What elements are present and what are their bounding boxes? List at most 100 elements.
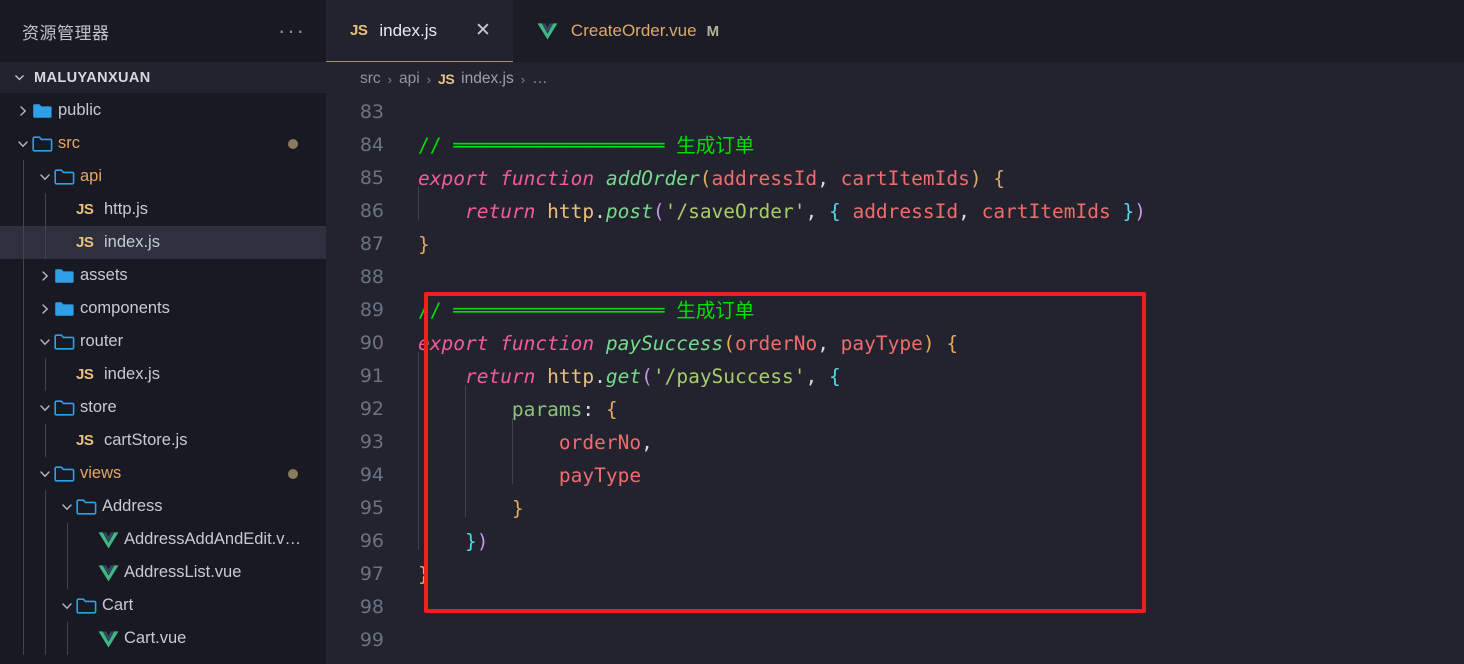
tree-indent — [0, 424, 58, 457]
code-token: post — [605, 200, 653, 223]
code-text: // ══════════════════ 生成订单 — [396, 294, 1464, 327]
code-line: 91 return http.get('/paySuccess', { — [326, 352, 1464, 393]
folder-closed-icon — [54, 300, 78, 317]
code-line: 97} — [326, 558, 1464, 591]
line-number: 98 — [359, 596, 384, 618]
tree-indent-guide — [45, 490, 46, 523]
tree-indent-guide — [23, 226, 24, 259]
code-token: addressId — [711, 167, 818, 190]
code-text: export function paySuccess(orderNo, payT… — [396, 327, 1464, 360]
tree-item-label: cartStore.js — [104, 431, 188, 449]
tree-indent — [0, 556, 80, 589]
js-file-icon: JS — [438, 71, 455, 87]
line-number: 88 — [359, 266, 384, 288]
tree-indent — [0, 259, 36, 292]
tree-item-address[interactable]: Address — [0, 490, 326, 523]
code-token: , — [817, 167, 841, 190]
tree-indent-guide — [23, 193, 24, 226]
tree-indent — [0, 226, 58, 259]
folder-open-icon — [54, 465, 78, 482]
breadcrumb-segment[interactable]: api — [399, 70, 420, 88]
code-text: return http.get('/paySuccess', { — [396, 352, 1464, 393]
line-number: 85 — [359, 167, 384, 189]
tree-item-src[interactable]: src — [0, 127, 326, 160]
chevron-down-icon — [36, 171, 54, 183]
line-number: 90 — [359, 332, 384, 354]
code-token: } — [1110, 200, 1135, 223]
code-token: http — [547, 200, 595, 223]
line-number: 100 — [326, 657, 396, 664]
tree-item-cart[interactable]: Cart — [0, 589, 326, 622]
chevron-down-icon — [36, 468, 54, 480]
tree-item-label: assets — [80, 266, 128, 284]
explorer-more-actions-icon[interactable]: ··· — [272, 20, 312, 42]
tree-indent-guide — [23, 325, 24, 358]
tree-item-index-js[interactable]: JS index.js — [0, 226, 326, 259]
tree-item-store[interactable]: store — [0, 391, 326, 424]
chevron-down-icon — [36, 402, 54, 414]
line-number: 95 — [359, 497, 384, 519]
code-token: // ══════════════════ 生成订单 — [418, 299, 755, 322]
breadcrumb-separator: › — [520, 71, 526, 87]
code-token: ) { — [922, 332, 959, 355]
tree-item-api[interactable]: api — [0, 160, 326, 193]
tree-indent — [0, 391, 36, 424]
line-number: 83 — [359, 101, 384, 123]
tree-item-label: AddressList.vue — [124, 563, 242, 581]
tree-indent-guide — [45, 358, 46, 391]
tree-indent-guide — [67, 622, 68, 655]
editor-tab-index-js[interactable]: JS index.js ✕ — [326, 0, 513, 62]
tree-indent-guide — [45, 193, 46, 226]
tree-indent — [0, 160, 36, 193]
tree-indent — [0, 325, 36, 358]
tree-item-router[interactable]: router — [0, 325, 326, 358]
tree-indent — [0, 523, 80, 556]
chevron-right-icon — [36, 303, 54, 315]
code-line: 84 // ══════════════════ 生成订单 — [326, 129, 1464, 162]
code-token: orderNo — [735, 332, 818, 355]
folder-open-icon — [32, 135, 56, 152]
tree-indent-guide — [45, 226, 46, 259]
editor-tab-createorder-vue[interactable]: CreateOrder.vue M — [513, 0, 737, 62]
code-text: } — [396, 228, 1464, 261]
tree-item-addressaddandedit-v-[interactable]: AddressAddAndEdit.v… — [0, 523, 326, 556]
code-token: cartItemIds — [981, 200, 1111, 223]
code-line: 86 return http.post('/saveOrder', { addr… — [326, 187, 1464, 228]
tree-item-http-js[interactable]: JS http.js — [0, 193, 326, 226]
tree-item-label: Cart — [102, 596, 134, 614]
close-icon[interactable]: ✕ — [471, 19, 495, 42]
tree-item-index-js[interactable]: JS index.js — [0, 358, 326, 391]
tree-item-assets[interactable]: assets — [0, 259, 326, 292]
tree-indent-guide — [23, 523, 24, 556]
tree-item-label: components — [80, 299, 170, 317]
breadcrumb-segment[interactable]: index.js — [461, 70, 514, 88]
folder-open-icon — [54, 399, 78, 416]
tree-item-label: Cart.vue — [124, 629, 187, 647]
tree-item-label: index.js — [104, 233, 160, 251]
tree-item-addresslist-vue[interactable]: AddressList.vue — [0, 556, 326, 589]
tree-indent-guide — [45, 523, 46, 556]
code-token: orderNo — [558, 431, 642, 454]
tree-item-public[interactable]: public — [0, 94, 326, 127]
code-text: return http.post('/saveOrder', { address… — [396, 187, 1464, 228]
code-editor[interactable]: 83 84 // ══════════════════ 生成订单 85 export f… — [326, 96, 1464, 664]
chevron-right-icon — [36, 270, 54, 282]
breadcrumb: src › api › JS index.js ›… — [326, 62, 1464, 96]
breadcrumb-separator: › — [387, 71, 393, 87]
workspace-root-row[interactable]: MALUYANXUAN — [0, 62, 326, 93]
tree-item-components[interactable]: components — [0, 292, 326, 325]
tree-item-cartstore-js[interactable]: JS cartStore.js — [0, 424, 326, 457]
tree-indent-guide — [23, 358, 24, 391]
js-file-icon: JS — [350, 22, 368, 39]
modified-indicator-dot — [288, 468, 298, 479]
breadcrumb-segment[interactable]: src — [360, 70, 381, 88]
code-token: params — [511, 398, 583, 421]
editor-tabbar: JS index.js ✕ CreateOrder.vue M — [326, 0, 1464, 62]
tree-item-cart-vue[interactable]: Cart.vue — [0, 622, 326, 655]
tree-item-views[interactable]: views — [0, 457, 326, 490]
breadcrumb-segment[interactable]: … — [532, 70, 548, 88]
